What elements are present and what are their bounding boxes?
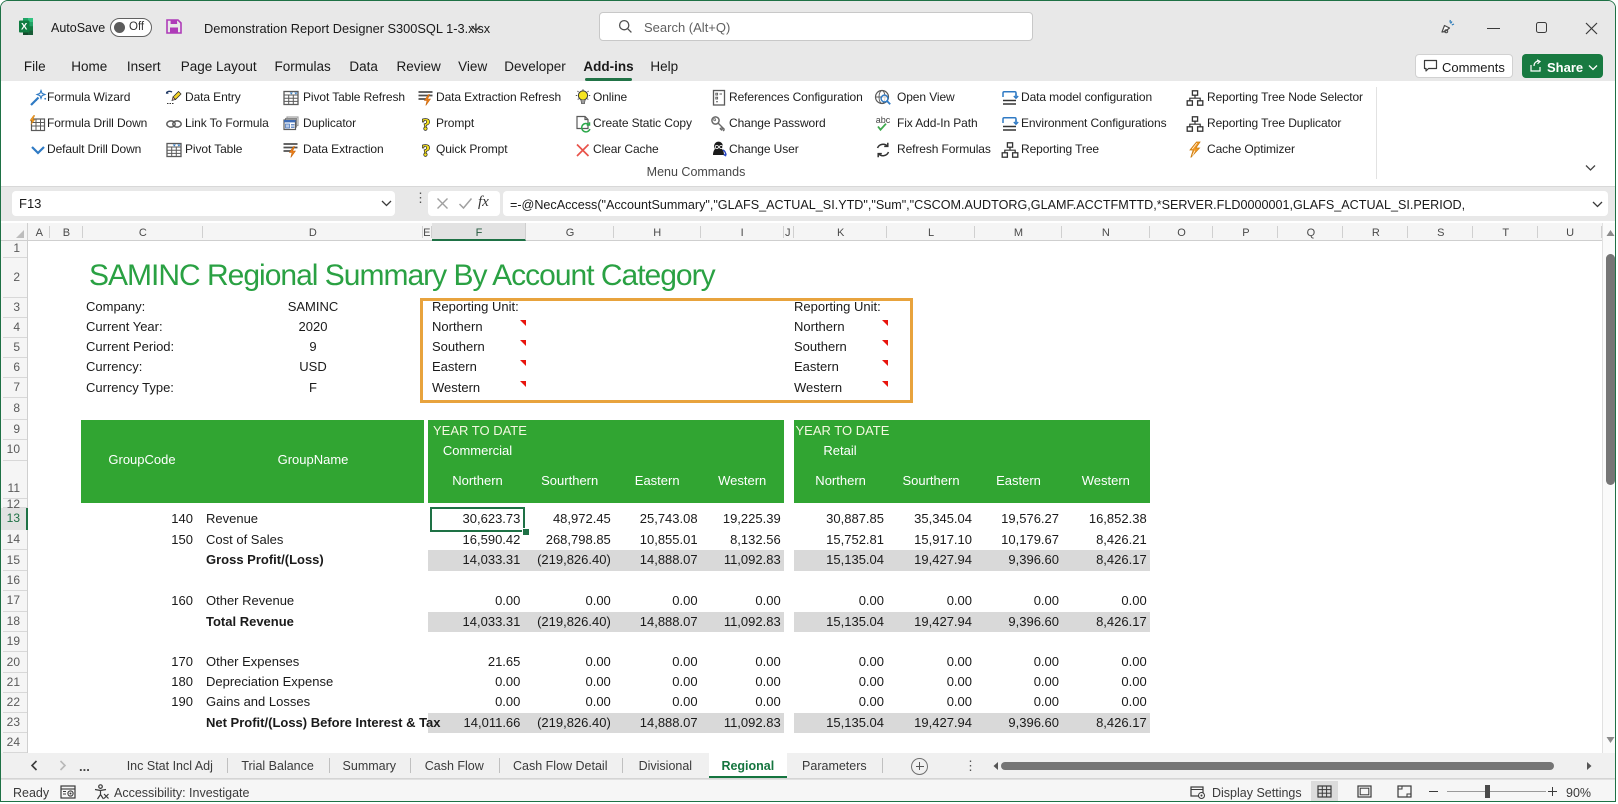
svg-text:?: ? [422,115,431,133]
svg-text:?: ? [422,141,431,159]
svg-text:abc: abc [876,115,891,125]
svg-text:X: X [21,22,28,33]
